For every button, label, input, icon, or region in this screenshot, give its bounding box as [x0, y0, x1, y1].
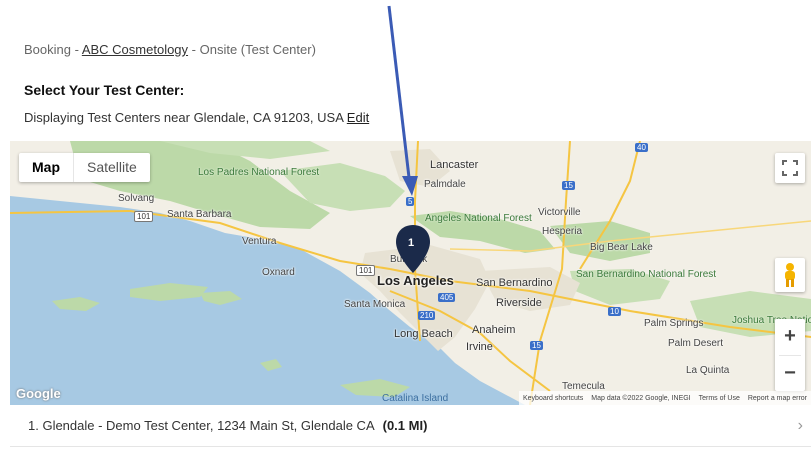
- map-label-catalina-island: Catalina Island: [382, 393, 449, 404]
- street-view-pegman-button[interactable]: [775, 258, 805, 292]
- zoom-in-button[interactable]: +: [775, 319, 805, 355]
- map-label-victorville: Victorville: [538, 207, 581, 218]
- pegman-icon: [785, 263, 795, 287]
- location-line: Displaying Test Centers near Glendale, C…: [24, 110, 369, 125]
- map-data-text: Map data ©2022 Google, INEGI: [591, 394, 691, 402]
- map-label-riverside: Riverside: [496, 297, 542, 309]
- map-label-lancaster: Lancaster: [430, 159, 479, 171]
- test-center-distance: (0.1 MI): [382, 418, 428, 433]
- map-label-angeles-nf: Angeles National Forest: [425, 213, 532, 224]
- map-label-oxnard: Oxnard: [262, 267, 295, 278]
- map-type-control: Map Satellite: [19, 153, 150, 182]
- map-label-san-bernardino: San Bernardino: [476, 277, 553, 289]
- edit-location-link[interactable]: Edit: [347, 110, 369, 125]
- chevron-right-icon: ›: [797, 417, 803, 434]
- terms-of-use-link[interactable]: Terms of Use: [699, 395, 740, 402]
- map-type-satellite-button[interactable]: Satellite: [73, 153, 150, 182]
- breadcrumb-prefix: Booking -: [24, 42, 82, 57]
- location-text: Displaying Test Centers near Glendale, C…: [24, 110, 344, 125]
- map-marker-pin-icon[interactable]: [396, 225, 430, 273]
- map-label-irvine: Irvine: [466, 341, 493, 353]
- map-label-palm-springs: Palm Springs: [644, 318, 704, 329]
- map-label-santa-monica: Santa Monica: [344, 299, 406, 310]
- map-label-hesperia: Hesperia: [542, 226, 583, 237]
- map-label-solvang: Solvang: [118, 193, 155, 204]
- breadcrumb-suffix: - Onsite (Test Center): [188, 42, 316, 57]
- report-map-error-link[interactable]: Report a map error: [748, 395, 807, 402]
- zoom-out-button[interactable]: −: [775, 355, 805, 391]
- map-label-palmdale: Palmdale: [424, 179, 466, 190]
- map-attribution: Keyboard shortcuts Map data ©2022 Google…: [518, 391, 811, 405]
- test-center-label: 1. Glendale - Demo Test Center, 1234 Mai…: [28, 418, 375, 433]
- google-logo: Google: [16, 386, 61, 401]
- map-label-san-bernardino-nf: San Bernardino National Forest: [576, 269, 717, 280]
- map-label-long-beach: Long Beach: [394, 328, 453, 340]
- map-label-los-angeles: Los Angeles: [377, 273, 454, 288]
- map-label-anaheim: Anaheim: [472, 324, 516, 336]
- fullscreen-icon: [782, 160, 798, 176]
- map-label-ventura: Ventura: [242, 236, 277, 247]
- keyboard-shortcuts-link[interactable]: Keyboard shortcuts: [523, 395, 583, 402]
- map-label-santa-barbara: Santa Barbara: [167, 209, 232, 220]
- map-label-la-quinta: La Quinta: [686, 365, 730, 376]
- map-marker-number: 1: [408, 237, 415, 249]
- map-label-palm-desert: Palm Desert: [668, 338, 724, 349]
- map-view[interactable]: Lancaster Palmdale Victorville Hesperia …: [10, 141, 811, 405]
- highway-101-shield: 101: [134, 211, 154, 222]
- highway-40-shield: 40: [635, 143, 648, 152]
- breadcrumb: Booking - ABC Cosmetology - Onsite (Test…: [24, 42, 316, 57]
- highway-15-shield: 15: [562, 181, 575, 190]
- highway-405-shield: 405: [438, 293, 456, 302]
- map-label-big-bear-lake: Big Bear Lake: [590, 242, 653, 253]
- highway-10-shield: 10: [608, 307, 621, 316]
- highway-101-shield-la: 101: [356, 265, 376, 276]
- highway-15-shield-lower: 15: [530, 341, 543, 350]
- map-label-joshua-tree: Joshua Tree National: [732, 315, 811, 326]
- map-type-map-button[interactable]: Map: [19, 153, 73, 182]
- map-label-los-padres: Los Padres National Forest: [198, 167, 320, 178]
- highway-5-shield: 5: [406, 197, 415, 206]
- zoom-control: + −: [775, 319, 805, 391]
- highway-210-shield: 210: [418, 311, 436, 320]
- breadcrumb-program-link[interactable]: ABC Cosmetology: [82, 42, 188, 57]
- test-center-result-row[interactable]: 1. Glendale - Demo Test Center, 1234 Mai…: [10, 405, 811, 447]
- fullscreen-button[interactable]: [775, 153, 805, 183]
- page-title: Select Your Test Center:: [24, 82, 185, 98]
